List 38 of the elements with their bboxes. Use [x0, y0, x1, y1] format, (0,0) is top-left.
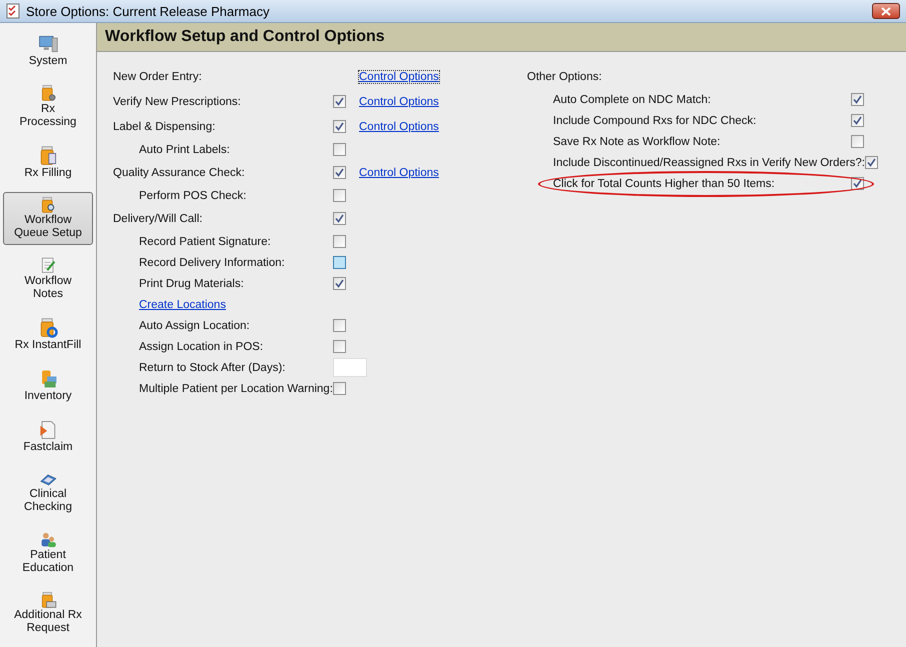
sidebar-item[interactable]: Workflow Notes — [3, 252, 93, 306]
option-label: Record Patient Signature: — [138, 236, 272, 248]
option-label: Return to Stock After (Days): — [138, 362, 286, 374]
create-locations-link[interactable]: Create Locations — [113, 298, 226, 310]
option-label: Auto Print Labels: — [138, 144, 231, 156]
option-label: Label & Dispensing: — [113, 120, 216, 132]
option-label: Include Compound Rxs for NDC Check: — [553, 114, 756, 126]
option-label: Verify New Prescriptions: — [113, 96, 242, 108]
control-options-link[interactable]: Control Options — [359, 96, 439, 108]
sidebar-item[interactable]: Additional Rx Request — [3, 586, 93, 640]
sidebar-item[interactable]: Inventory — [3, 364, 93, 408]
control-options-link[interactable]: Control Options — [359, 120, 439, 132]
sidebar-item[interactable]: Fastclaim — [3, 414, 93, 458]
sidebar-item[interactable]: Workflow Queue Setup — [3, 192, 93, 245]
option-label: Assign Location in POS: — [138, 340, 264, 352]
option-label: Quality Assurance Check: — [113, 166, 246, 178]
sidebar-item[interactable]: Rx Filling — [3, 140, 93, 184]
option-label: Auto Complete on NDC Match: — [553, 94, 711, 106]
option-label: Print Drug Materials: — [138, 278, 245, 290]
other-options-label: Other Options: — [527, 70, 603, 84]
section-title: Workflow Setup and Control Options — [105, 28, 385, 46]
control-options-link[interactable]: Control Options — [359, 166, 439, 178]
option-label: Save Rx Note as Workflow Note: — [553, 136, 720, 148]
sidebar-item[interactable]: Clinical Checking — [3, 466, 93, 519]
sidebar-item[interactable]: Patient Education — [3, 526, 93, 580]
option-label: Record Delivery Information: — [138, 256, 286, 268]
window-title: Store Options: Current Release Pharmacy — [26, 4, 270, 18]
sidebar-item[interactable]: Rx InstantFill — [3, 312, 93, 356]
sidebar-item[interactable]: System — [3, 29, 93, 73]
sidebar-item[interactable]: Rx Processing — [3, 80, 93, 134]
option-label: Perform POS Check: — [138, 190, 248, 202]
option-label: Click for Total Counts Higher than 50 Items: — [553, 178, 775, 190]
control-options-link[interactable]: Control Options — [359, 70, 439, 82]
option-label: New Order Entry: — [113, 70, 203, 82]
option-label: Delivery/Will Call: — [113, 212, 204, 224]
option-label: Auto Assign Location: — [138, 320, 251, 332]
option-label: Include Discontinued/Reassigned Rxs in Verify New Orders?: — [553, 156, 865, 168]
option-label: Multiple Patient per Location Warning: — [138, 382, 333, 394]
